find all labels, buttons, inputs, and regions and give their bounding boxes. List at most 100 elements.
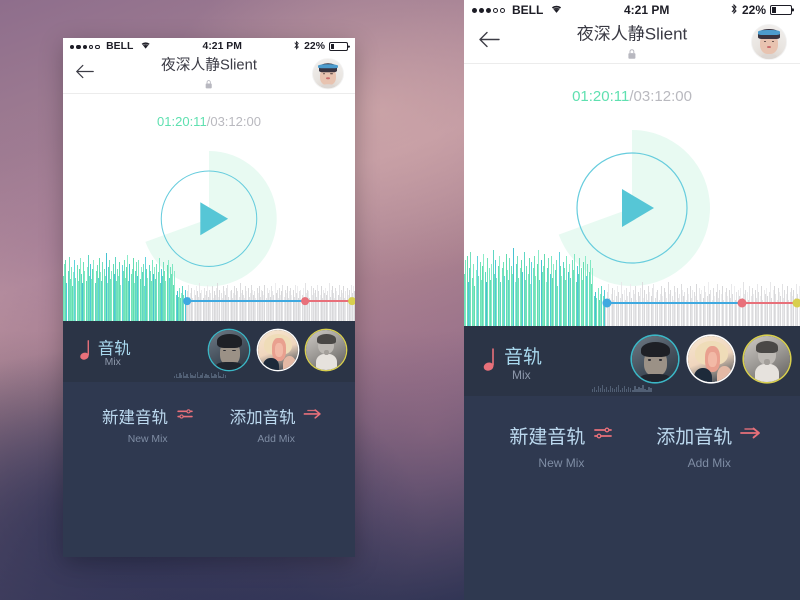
marker-track[interactable] bbox=[464, 296, 800, 310]
status-carrier-group: BELL bbox=[69, 40, 151, 53]
page-title: 夜深人静Slient bbox=[161, 57, 257, 74]
avatar-art-blonde bbox=[688, 336, 734, 382]
marker-mid-red[interactable] bbox=[737, 298, 747, 308]
new-mix-button[interactable]: 新建音轨 New Mix bbox=[102, 404, 193, 445]
action-label-cn: 添加音轨 bbox=[656, 427, 733, 448]
equalizer-icon bbox=[176, 407, 193, 426]
carrier-label: BELL bbox=[512, 3, 544, 17]
title-block: 夜深人静Slient bbox=[107, 53, 311, 94]
track-avatar-2[interactable] bbox=[688, 336, 734, 382]
current-time: 01:20:11 bbox=[572, 88, 630, 105]
status-carrier-group: BELL bbox=[472, 3, 563, 17]
music-note-icon bbox=[77, 340, 91, 368]
marker-end-yellow[interactable] bbox=[792, 298, 800, 308]
signal-dot-empty bbox=[95, 44, 100, 49]
lock-icon bbox=[514, 46, 749, 64]
signal-dot-filled bbox=[69, 44, 75, 49]
battery-fill bbox=[772, 7, 776, 13]
signal-dot-filled bbox=[82, 44, 87, 49]
track-avatar-2[interactable] bbox=[257, 329, 298, 370]
add-mix-button[interactable]: 添加音轨 Add Mix bbox=[230, 404, 323, 445]
page-title: 夜深人静Slient bbox=[576, 24, 688, 43]
battery-fill bbox=[330, 44, 335, 50]
track-strip: 音轨 Mix bbox=[63, 320, 355, 382]
action-label-row: 新建音轨 bbox=[102, 404, 193, 428]
action-label-en: Add Mix bbox=[687, 456, 731, 470]
phone-mockup-large: BELL 4:21 PM 22% 夜深人静Slient 01:20:11/03:12:0… bbox=[464, 0, 800, 600]
marker-end-yellow[interactable] bbox=[348, 297, 355, 305]
track-mini-waveform bbox=[173, 372, 227, 379]
track-avatar-list bbox=[632, 336, 790, 382]
arrow-right-icon bbox=[740, 425, 762, 446]
battery-icon bbox=[770, 5, 792, 15]
marker-start-blue[interactable] bbox=[602, 298, 612, 308]
player-area: 01:20:11/03:12:00 bbox=[63, 93, 355, 321]
action-label-row: 新建音轨 bbox=[509, 422, 613, 449]
action-label-en: New Mix bbox=[538, 456, 585, 470]
marker-segment-red bbox=[304, 300, 353, 302]
back-arrow-icon bbox=[76, 64, 94, 79]
mini-waveform-bar bbox=[650, 388, 652, 392]
track-strip: 音轨 Mix bbox=[464, 326, 800, 396]
track-title: 音轨 bbox=[504, 347, 543, 368]
wifi-icon bbox=[140, 40, 151, 53]
signal-dot-empty bbox=[493, 7, 498, 13]
add-mix-button[interactable]: 添加音轨 Add Mix bbox=[656, 422, 762, 470]
track-mini-waveform bbox=[591, 385, 652, 392]
total-time: 03:12:00 bbox=[633, 88, 692, 105]
marker-start-blue[interactable] bbox=[183, 297, 191, 305]
marker-segment-blue bbox=[606, 302, 743, 304]
new-mix-button[interactable]: 新建音轨 New Mix bbox=[509, 422, 613, 470]
avatar-art-vintage bbox=[744, 336, 790, 382]
arrow-right-icon bbox=[303, 407, 323, 426]
avatar-art-woman-headband bbox=[313, 59, 343, 89]
phone-mockup-small: BELL 4:21 PM 22% 夜深人静Slient 01:20:11/03:12:0… bbox=[63, 38, 355, 557]
equalizer-icon bbox=[593, 425, 613, 446]
track-title: 音轨 bbox=[97, 339, 131, 358]
back-button[interactable] bbox=[75, 64, 94, 85]
avatar-art-man bbox=[209, 329, 250, 370]
signal-dot-filled bbox=[76, 44, 81, 49]
time-display: 01:20:11/03:12:00 bbox=[464, 88, 800, 105]
actions-area: 新建音轨 New Mix 添加音轨 Add Mix bbox=[464, 396, 800, 600]
time-display: 01:20:11/03:12:00 bbox=[63, 114, 355, 129]
actions-area: 新建音轨 New Mix 添加音轨 Add Mix bbox=[63, 381, 355, 557]
nav-bar: 夜深人静Slient bbox=[464, 20, 800, 64]
signal-dot-filled bbox=[479, 7, 484, 13]
status-right-group: 22% bbox=[293, 40, 349, 53]
user-avatar[interactable] bbox=[752, 24, 786, 59]
music-note-icon bbox=[480, 348, 496, 379]
user-avatar[interactable] bbox=[313, 59, 343, 89]
avatar-art-woman-headband bbox=[752, 24, 786, 59]
track-avatar-1[interactable] bbox=[632, 336, 678, 382]
carrier-label: BELL bbox=[106, 41, 134, 53]
track-avatar-1[interactable] bbox=[209, 329, 250, 370]
waveform bbox=[464, 246, 800, 326]
back-button[interactable] bbox=[478, 30, 500, 53]
status-time: 4:21 PM bbox=[202, 41, 242, 53]
title-block: 夜深人静Slient bbox=[514, 19, 749, 64]
lock-icon bbox=[107, 76, 311, 94]
signal-dot-empty bbox=[500, 7, 505, 13]
action-label-row: 添加音轨 bbox=[230, 404, 323, 428]
action-label-en: Add Mix bbox=[257, 434, 295, 446]
total-time: 03:12:00 bbox=[210, 114, 261, 130]
track-subtitle: Mix bbox=[104, 357, 121, 369]
battery-icon bbox=[328, 42, 349, 51]
marker-segment-blue bbox=[187, 300, 305, 302]
track-avatar-3[interactable] bbox=[744, 336, 790, 382]
track-avatar-list bbox=[209, 329, 347, 370]
wifi-icon bbox=[550, 3, 563, 17]
action-label-row: 添加音轨 bbox=[656, 422, 762, 449]
marker-track[interactable] bbox=[63, 295, 355, 307]
avatar-art-man bbox=[632, 336, 678, 382]
marker-segment-red bbox=[742, 302, 797, 304]
bluetooth-icon bbox=[293, 40, 300, 53]
action-label-cn: 新建音轨 bbox=[509, 427, 586, 448]
marker-mid-red[interactable] bbox=[300, 297, 309, 305]
nav-bar: 夜深人静Slient bbox=[63, 53, 355, 94]
status-time: 4:21 PM bbox=[623, 3, 670, 17]
action-label-cn: 新建音轨 bbox=[102, 409, 168, 428]
mini-waveform-bar bbox=[224, 374, 227, 379]
track-avatar-3[interactable] bbox=[306, 329, 347, 370]
